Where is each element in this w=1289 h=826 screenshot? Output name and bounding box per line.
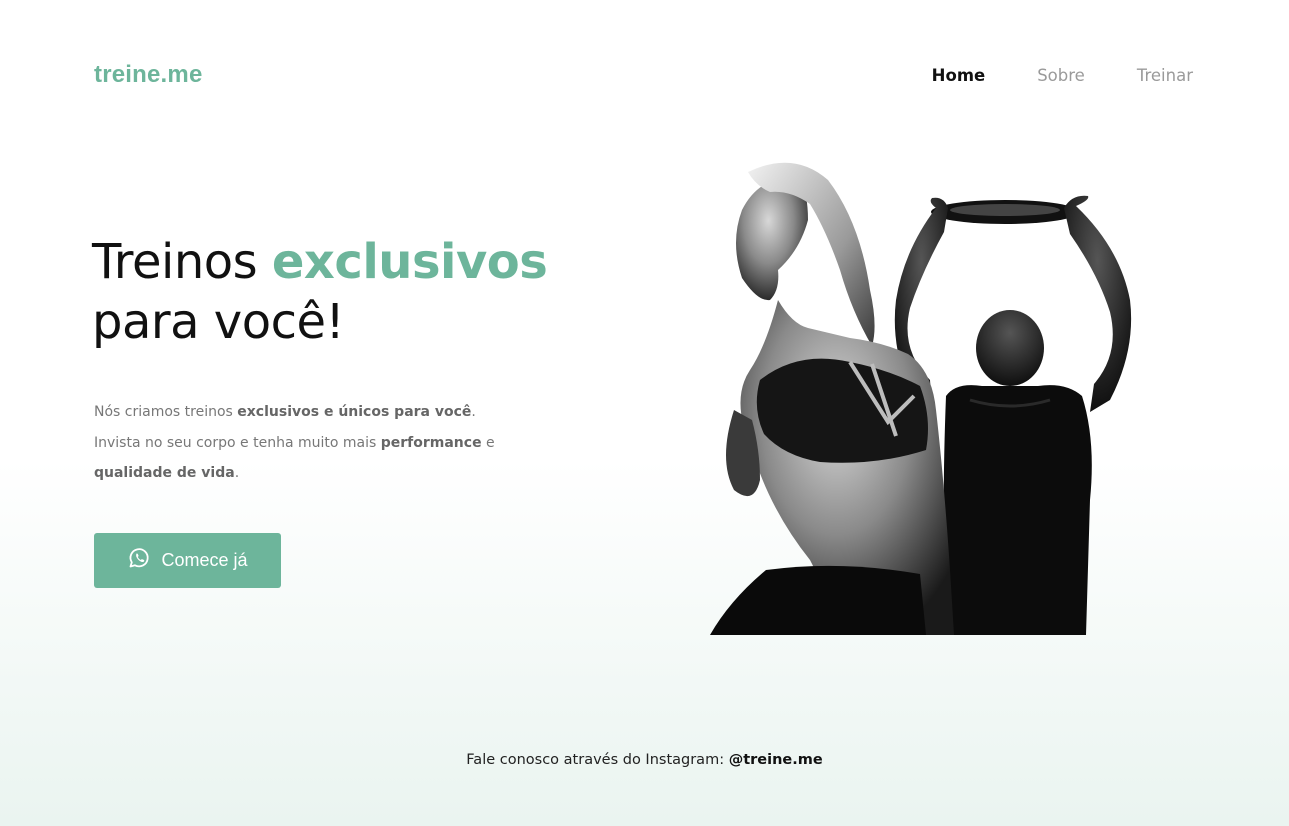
headline-accent: exclusivos	[271, 234, 548, 290]
main-nav: Home Sobre Treinar	[932, 66, 1193, 85]
intro-line3-end: .	[234, 465, 240, 481]
instagram-handle-link[interactable]: @treine.me	[729, 752, 823, 768]
whatsapp-icon	[127, 546, 151, 575]
start-now-button[interactable]: Comece já	[94, 533, 281, 588]
intro-line1-text: Nós criamos treinos	[94, 404, 238, 420]
hero-intro: Nós criamos treinos exclusivos e únicos …	[94, 397, 554, 489]
footer-contact: Fale conosco através do Instagram: @trei…	[0, 752, 1289, 768]
footer-text: Fale conosco através do Instagram:	[466, 752, 729, 768]
nav-sobre-link[interactable]: Sobre	[1037, 66, 1085, 85]
hero-headline: Treinos exclusivos para você!	[92, 232, 548, 352]
intro-line2-end: e	[481, 434, 495, 451]
intro-line1-end: .	[471, 404, 476, 420]
intro-line2-bold: performance	[380, 434, 482, 451]
start-now-label: Comece já	[161, 550, 248, 570]
intro-line2-text: Invista no seu corpo e tenha muito mais	[94, 434, 381, 451]
intro-line1-bold: exclusivos e únicos para você	[237, 404, 472, 420]
headline-text-end: para você!	[92, 294, 345, 350]
nav-home-link[interactable]: Home	[932, 66, 986, 85]
headline-text-start: Treinos	[92, 234, 272, 290]
brand-logo[interactable]: treine.me	[94, 61, 203, 89]
nav-treinar-link[interactable]: Treinar	[1137, 66, 1193, 85]
fitness-athletes-image	[710, 162, 1132, 635]
intro-line3-bold: qualidade de vida	[94, 465, 235, 481]
